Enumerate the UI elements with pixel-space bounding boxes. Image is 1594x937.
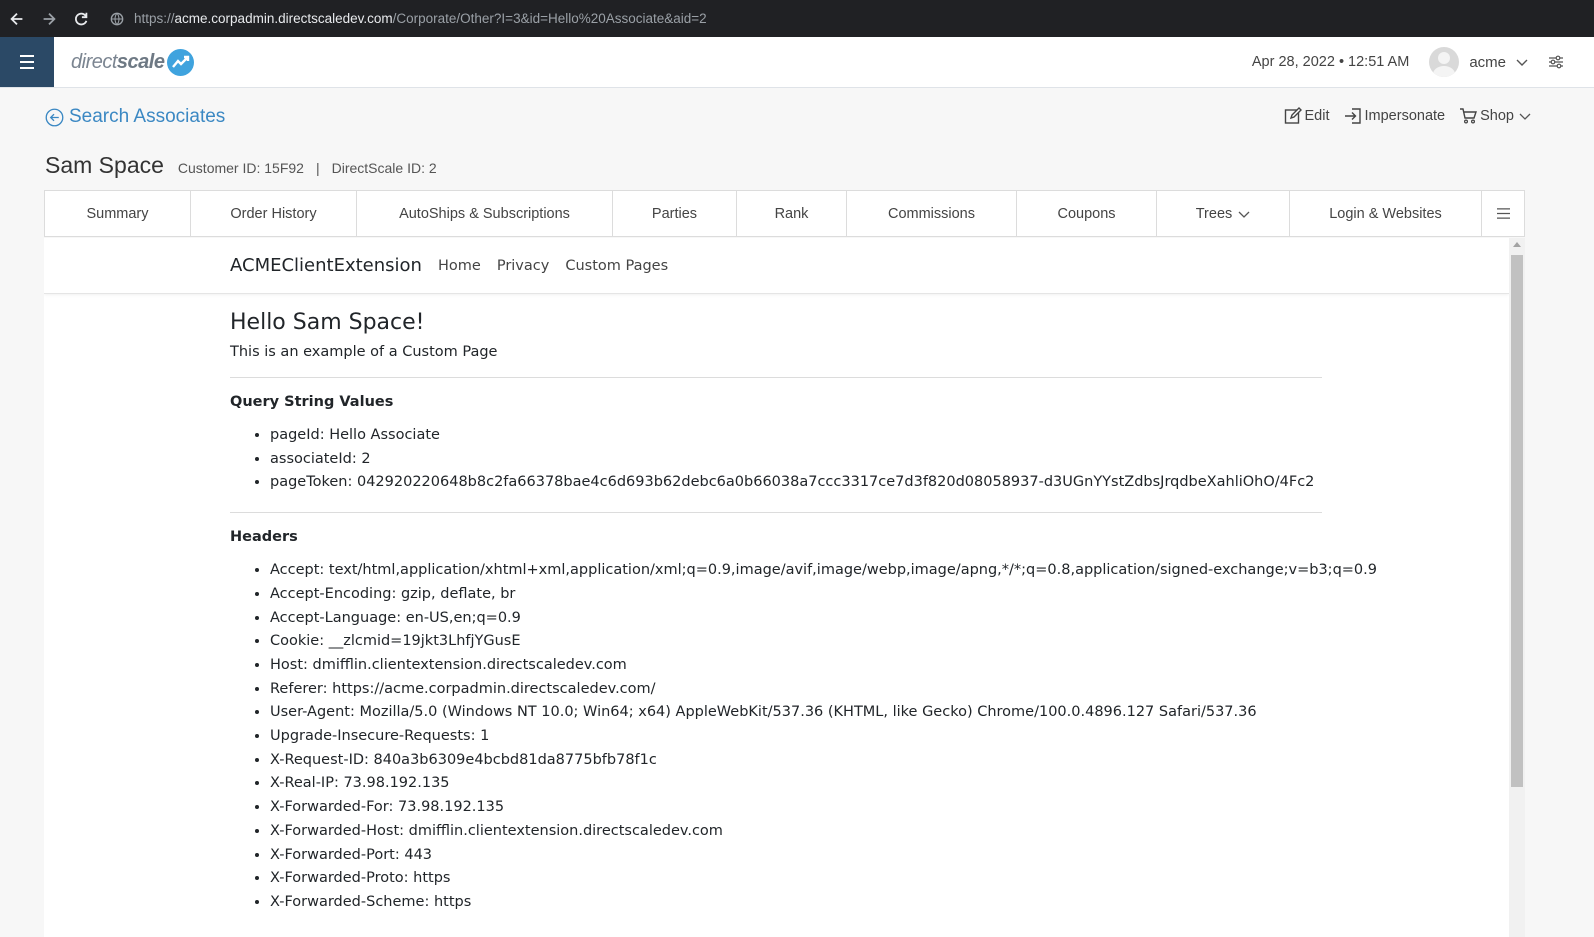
divider [230, 512, 1322, 514]
list-item: X-Forwarded-Host: dmifflin.clientextensi… [270, 820, 1322, 844]
directscale-logo[interactable]: directscale [71, 47, 195, 77]
tab-rank[interactable]: Rank [737, 191, 847, 236]
associate-title: Sam Space Customer ID: 15F92 | DirectSca… [45, 152, 437, 179]
directscale-id: DirectScale ID: 2 [331, 160, 437, 176]
scroll-up-arrow-icon[interactable] [1513, 242, 1521, 247]
query-string-title: Query String Values [230, 394, 394, 410]
list-item: X-Forwarded-For: 73.98.192.135 [270, 796, 1322, 820]
hamburger-menu-button[interactable] [0, 37, 54, 87]
associate-actions: Edit Impersonate Shop [1270, 107, 1534, 125]
edit-icon [1284, 107, 1302, 124]
list-item: X-Request-ID: 840a3b6309e4bcbd81da8775bf… [270, 749, 1322, 773]
edit-button[interactable]: Edit [1284, 107, 1330, 125]
nav-privacy-link[interactable]: Privacy [497, 258, 550, 274]
list-item: associateId: 2 [270, 448, 1322, 472]
custom-page-content: Hello Sam Space! This is an example of a… [230, 310, 1377, 915]
list-item: Upgrade-Insecure-Requests: 1 [270, 725, 1322, 749]
list-item: pageToken: 042920220648b8c2fa66378bae4c6… [270, 471, 1322, 495]
app-header: directscale Apr 28, 2022 • 12:51 AM acme [0, 37, 1594, 88]
chevron-down-icon [1519, 113, 1531, 120]
page-heading: Hello Sam Space! [230, 310, 425, 335]
url-scheme: https:// [134, 11, 175, 26]
page-intro: This is an example of a Custom Page [230, 344, 498, 360]
logo-text: directscale [71, 50, 165, 73]
shopping-cart-icon [1460, 108, 1478, 124]
search-associates-link[interactable]: Search Associates [45, 106, 225, 128]
list-item: pageId: Hello Associate [270, 424, 1322, 448]
client-extension-frame: ACMEClientExtension Home Privacy Custom … [44, 238, 1525, 937]
list-item: Accept: text/html,application/xhtml+xml,… [270, 559, 1377, 583]
list-item: Accept-Language: en-US,en;q=0.9 [270, 607, 1322, 631]
search-associates-label: Search Associates [69, 106, 226, 127]
extension-brand[interactable]: ACMEClientExtension [230, 255, 422, 276]
headers-list: Accept: text/html,application/xhtml+xml,… [230, 559, 1377, 915]
associate-name: Sam Space [45, 152, 164, 178]
settings-sliders-icon[interactable] [1548, 54, 1564, 70]
customer-id: Customer ID: 15F92 [177, 160, 304, 176]
nav-custom-pages-link[interactable]: Custom Pages [565, 258, 668, 274]
browser-toolbar: https://acme.corpadmin.directscaledev.co… [0, 0, 1594, 37]
sign-in-icon [1344, 108, 1361, 124]
associate-tabs: Summary Order History AutoShips & Subscr… [44, 190, 1525, 237]
list-item: X-Forwarded-Proto: https [270, 867, 1322, 891]
divider [230, 377, 1322, 378]
url-path: /Corporate/Other?I=3&id=Hello%20Associat… [392, 11, 707, 26]
list-item: Accept-Encoding: gzip, deflate, br [270, 583, 1322, 607]
edit-label: Edit [1304, 108, 1330, 124]
tab-order-history[interactable]: Order History [191, 191, 357, 236]
shop-dropdown[interactable]: Shop [1459, 107, 1534, 125]
chevron-down-icon[interactable] [1516, 56, 1528, 68]
list-item: X-Forwarded-Scheme: https [270, 891, 1322, 915]
nav-home-link[interactable]: Home [438, 258, 481, 274]
url-text: https://acme.corpadmin.directscaledev.co… [134, 11, 707, 26]
current-datetime: Apr 28, 2022 • 12:51 AM [1251, 54, 1410, 70]
headers-title: Headers [230, 529, 298, 546]
tab-summary[interactable]: Summary [45, 191, 191, 236]
impersonate-button[interactable]: Impersonate [1344, 107, 1446, 125]
forward-icon[interactable] [34, 4, 64, 34]
logo-mark-icon [167, 48, 195, 76]
tab-coupons[interactable]: Coupons [1017, 191, 1157, 236]
hamburger-icon [1496, 208, 1510, 219]
reload-icon[interactable] [66, 4, 96, 34]
frame-scrollbar[interactable] [1509, 238, 1525, 937]
list-item: X-Forwarded-Port: 443 [270, 844, 1322, 868]
tab-trees[interactable]: Trees [1157, 191, 1290, 236]
scrollbar-thumb[interactable] [1511, 255, 1523, 787]
tab-login-websites[interactable]: Login & Websites [1290, 191, 1482, 236]
query-string-list: pageId: Hello Associate associateId: 2 p… [230, 424, 1322, 495]
list-item: Host: dmifflin.clientextension.directsca… [270, 654, 1322, 678]
extension-navbar: ACMEClientExtension Home Privacy Custom … [44, 238, 1509, 294]
list-item: Referer: https://acme.corpadmin.directsc… [270, 678, 1322, 702]
avatar[interactable] [1429, 47, 1460, 77]
address-bar[interactable]: https://acme.corpadmin.directscaledev.co… [110, 5, 707, 33]
back-arrow-circle-icon [45, 108, 64, 126]
hamburger-icon [20, 53, 34, 71]
site-info-icon[interactable] [110, 12, 124, 26]
impersonate-label: Impersonate [1364, 108, 1446, 124]
tab-autoships-subscriptions[interactable]: AutoShips & Subscriptions [357, 191, 613, 236]
url-host: acme.corpadmin.directscaledev.com [174, 11, 393, 26]
list-item: User-Agent: Mozilla/5.0 (Windows NT 10.0… [270, 701, 1322, 725]
user-menu-label[interactable]: acme [1469, 54, 1506, 71]
tab-parties[interactable]: Parties [613, 191, 737, 236]
list-item: Cookie: __zlcmid=19jkt3LhfjYGusE [270, 630, 1322, 654]
tab-commissions[interactable]: Commissions [847, 191, 1017, 236]
tabs-overflow-menu-button[interactable] [1482, 191, 1524, 236]
shop-label: Shop [1480, 108, 1514, 124]
back-icon[interactable] [2, 4, 32, 34]
chevron-down-icon [1238, 211, 1250, 218]
id-separator: | [315, 160, 320, 176]
list-item: X-Real-IP: 73.98.192.135 [270, 772, 1322, 796]
